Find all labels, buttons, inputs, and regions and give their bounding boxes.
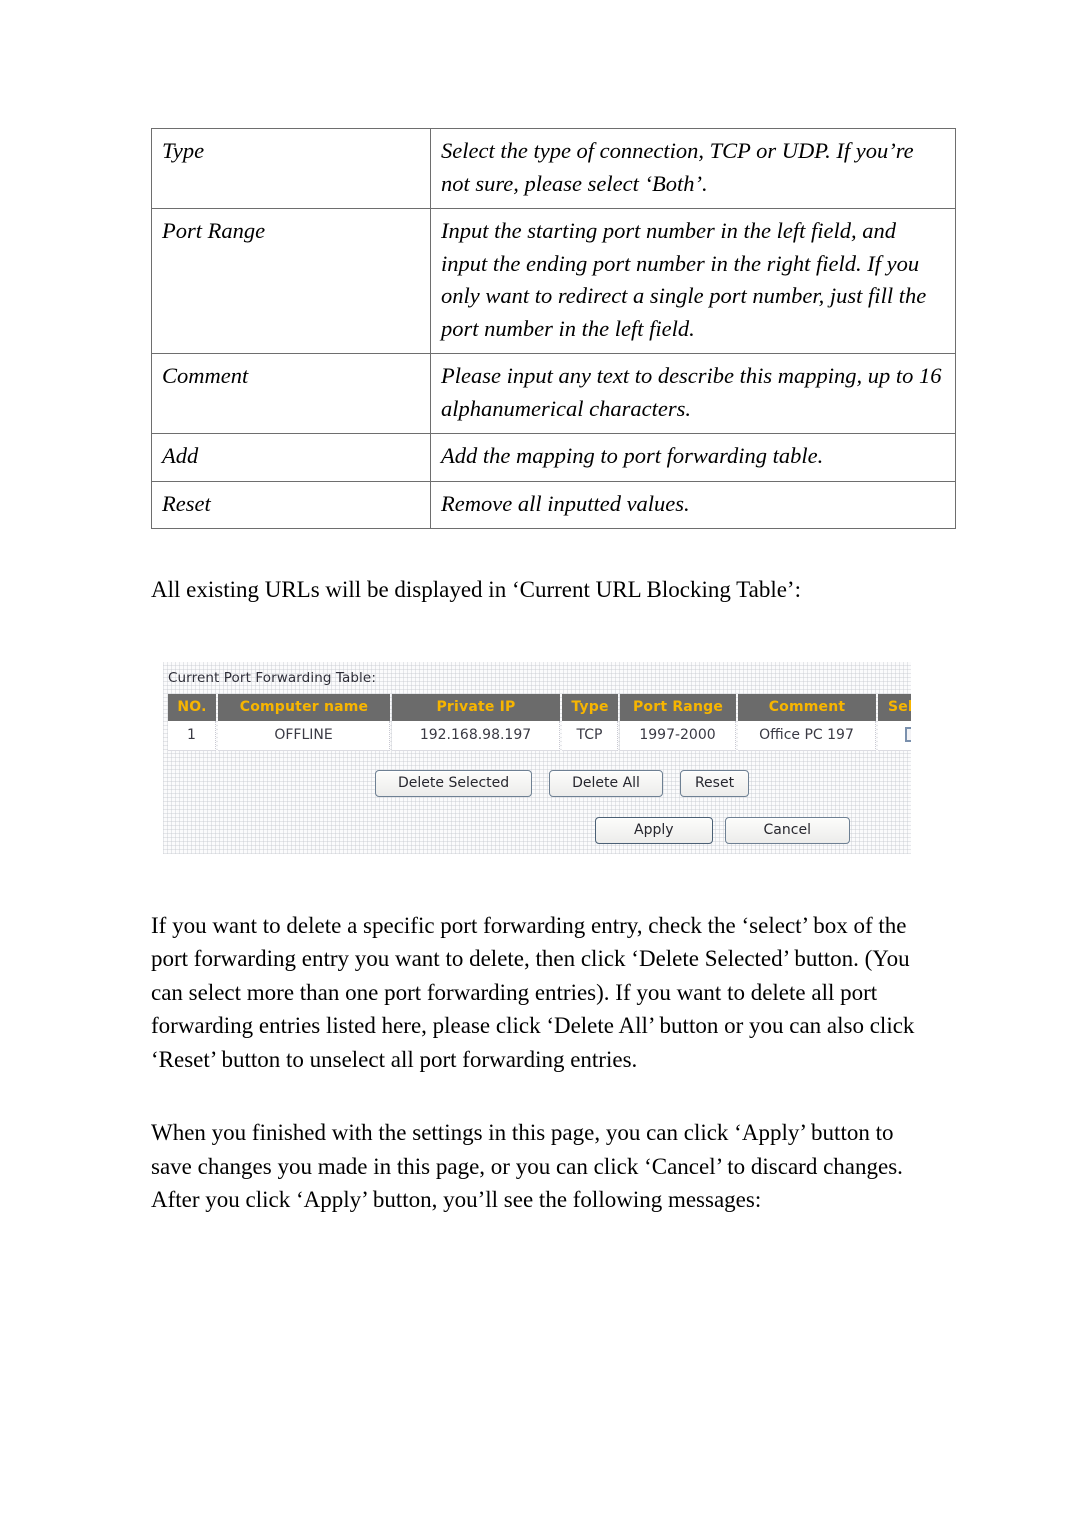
cell-port-range: 1997-2000 [620,720,736,751]
table-action-button-row: Delete Selected Delete All Reset [375,769,750,797]
column-header-type: Type [562,693,618,721]
cell-comment: Office PC 197 [738,720,876,751]
current-table-label: Current Port Forwarding Table: [168,669,376,686]
apply-instructions-paragraph: When you finished with the settings in t… [151,1120,903,1212]
cell-select [878,720,911,751]
cell-computer-name: OFFLINE [218,720,390,751]
table-header-row: NO. Computer name Private IP Type Port R… [168,693,911,721]
cell-private-ip: 192.168.98.197 [392,720,560,751]
term-reset: Reset [151,480,431,529]
column-header-computer-name: Computer name [218,693,390,721]
term-add: Add [151,433,431,482]
select-checkbox[interactable] [905,727,911,742]
cell-no: 1 [168,720,216,751]
delete-instructions-paragraph: If you want to delete a specific port fo… [151,912,915,1072]
table-row: Port Range Input the starting port numbe… [151,208,956,354]
desc-add: Add the mapping to port forwarding table… [430,433,956,482]
table-row: Add Add the mapping to port forwarding t… [151,433,956,482]
table-row: Type Select the type of connection, TCP … [151,128,956,209]
cell-type: TCP [562,720,618,751]
delete-selected-button[interactable]: Delete Selected [375,769,533,797]
desc-comment: Please input any text to describe this m… [430,353,956,434]
table-row: Comment Please input any text to describ… [151,353,956,434]
term-comment: Comment [151,353,431,434]
cancel-button[interactable]: Cancel [724,816,850,844]
term-type: Type [151,128,431,209]
column-header-select: Select [878,693,911,721]
column-header-no: NO. [168,693,216,721]
parameter-definition-table: Type Select the type of connection, TCP … [151,128,956,529]
column-header-port-range: Port Range [620,693,736,721]
delete-all-button[interactable]: Delete All [549,769,663,797]
current-port-forwarding-table: NO. Computer name Private IP Type Port R… [166,693,911,751]
form-action-button-row: Apply Cancel [595,816,850,844]
apply-button[interactable]: Apply [595,816,713,844]
intro-paragraph: All existing URLs will be displayed in ‘… [151,577,801,602]
reset-button[interactable]: Reset [679,769,750,797]
router-ui-screenshot: Current Port Forwarding Table: NO. Compu… [163,661,911,854]
document-page: { "definition_table": { "rows": [ { "ter… [0,0,1080,1527]
desc-port-range: Input the starting port number in the le… [430,208,956,354]
table-row: Reset Remove all inputted values. [151,480,956,529]
column-header-private-ip: Private IP [392,693,560,721]
table-row: 1 OFFLINE 192.168.98.197 TCP 1997-2000 O… [168,720,911,751]
page-content-column: Type Select the type of connection, TCP … [151,0,956,1217]
term-port-range: Port Range [151,208,431,354]
desc-reset: Remove all inputted values. [430,480,956,529]
column-header-comment: Comment [738,693,876,721]
desc-type: Select the type of connection, TCP or UD… [430,128,956,209]
